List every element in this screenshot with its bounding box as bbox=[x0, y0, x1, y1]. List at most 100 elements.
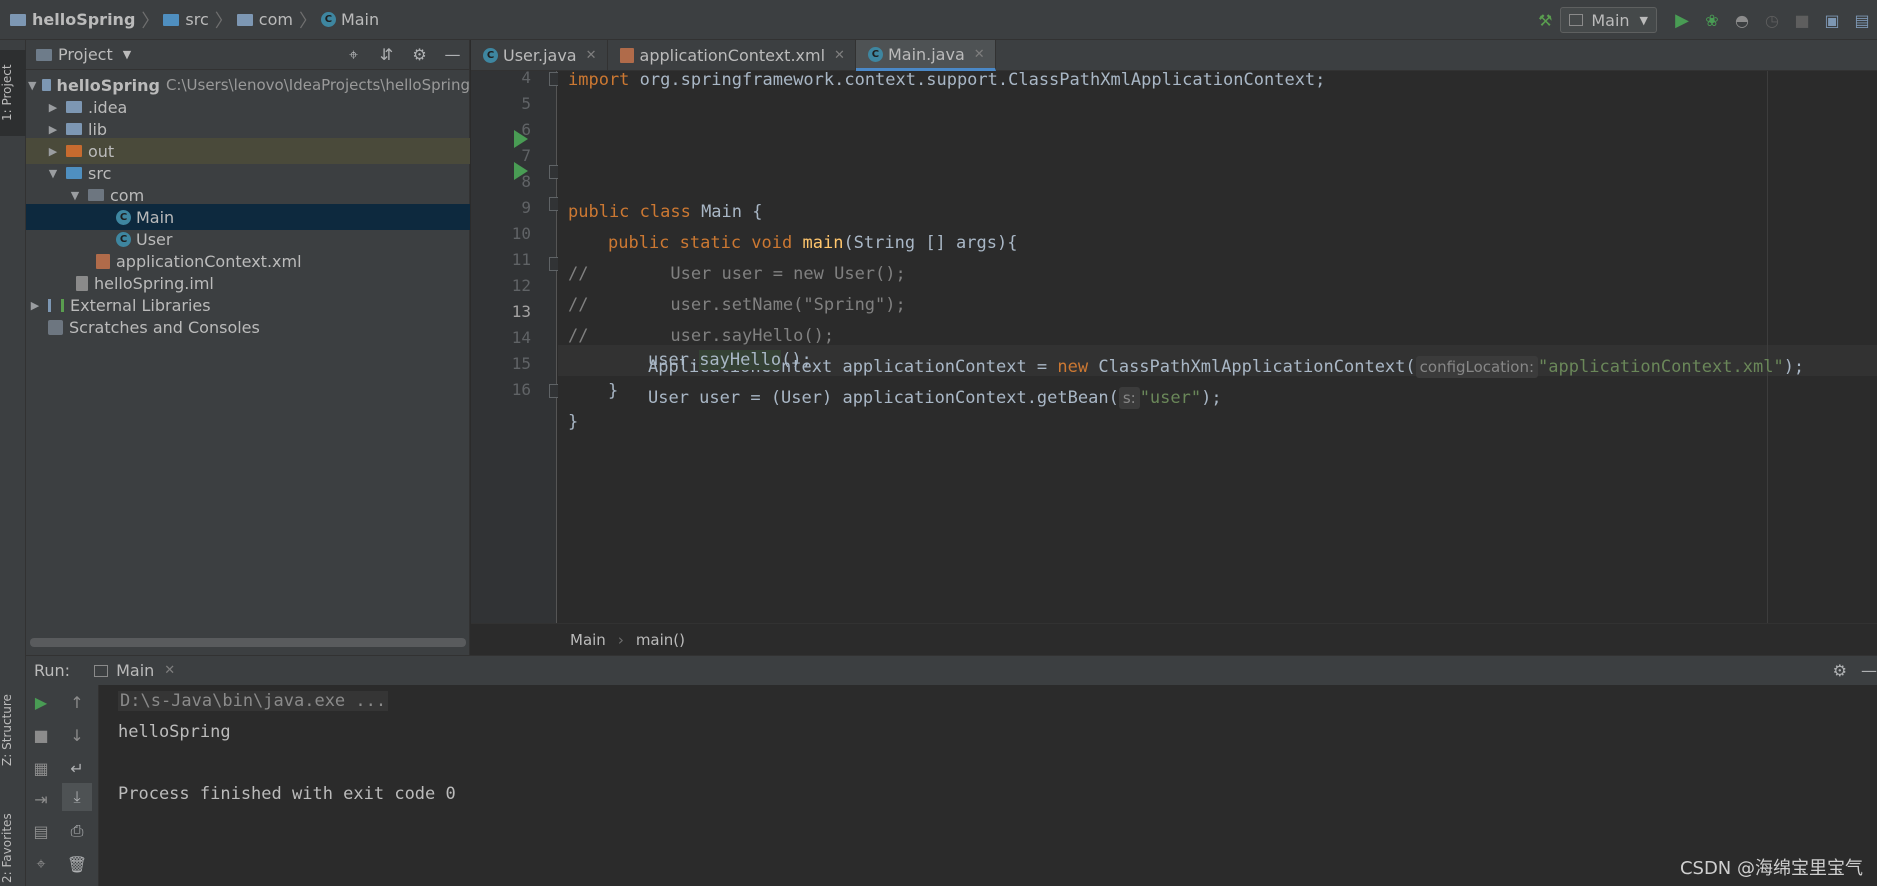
method-call: sayHello bbox=[699, 350, 782, 370]
config-icon bbox=[1569, 14, 1584, 26]
expanded-arrow-icon[interactable]: ▼ bbox=[28, 79, 36, 92]
sdk-icon[interactable]: ▤ bbox=[1847, 5, 1877, 35]
chevron-down-icon[interactable]: ▼ bbox=[123, 48, 131, 61]
run-tab-label: Main bbox=[116, 661, 155, 680]
run-configuration-select[interactable]: Main ▼ bbox=[1560, 7, 1657, 33]
close-icon[interactable]: ✕ bbox=[974, 47, 985, 62]
tree-label: lib bbox=[88, 119, 108, 139]
keyword: import bbox=[568, 70, 630, 90]
minimize-icon[interactable]: — bbox=[436, 45, 469, 65]
tree-item-scratches[interactable]: Scratches and Consoles bbox=[26, 314, 470, 340]
keyword: new bbox=[1057, 357, 1089, 377]
breadcrumb-separator-icon: 〉 bbox=[298, 10, 317, 32]
build-hammer-icon[interactable]: ⚒ bbox=[1530, 5, 1560, 35]
breadcrumb-src[interactable]: src bbox=[185, 10, 208, 29]
breadcrumb-main[interactable]: Main bbox=[341, 10, 379, 29]
pin-icon[interactable]: ⌖ bbox=[26, 850, 56, 878]
breadcrumb-separator-icon: › bbox=[617, 630, 624, 649]
rerun-icon[interactable]: ▶ bbox=[26, 688, 56, 716]
collapsed-arrow-icon[interactable]: ▶ bbox=[28, 299, 42, 312]
code-text: Main { bbox=[690, 202, 763, 222]
profile-icon[interactable]: ◷ bbox=[1757, 5, 1787, 35]
exit-icon[interactable]: ⇥ bbox=[26, 785, 56, 813]
collapsed-arrow-icon[interactable]: ▶ bbox=[46, 123, 60, 136]
iml-file-icon bbox=[76, 275, 88, 291]
close-icon[interactable]: ✕ bbox=[586, 48, 597, 63]
keyword: public static void bbox=[608, 233, 793, 253]
expanded-arrow-icon[interactable]: ▼ bbox=[46, 167, 60, 180]
tab-label: Main.java bbox=[887, 44, 965, 64]
spring-xml-icon bbox=[619, 48, 634, 63]
run-icon[interactable]: ▶ bbox=[1667, 5, 1697, 35]
soft-wrap-icon[interactable]: ↵ bbox=[62, 754, 92, 782]
breadcrumb-com[interactable]: com bbox=[259, 10, 293, 29]
tab-favorites[interactable]: 2: Favorites bbox=[0, 810, 26, 886]
module-folder-icon bbox=[42, 79, 51, 91]
debug-icon[interactable]: ❀ bbox=[1697, 5, 1727, 35]
camera-icon[interactable]: ▦ bbox=[26, 754, 56, 782]
code-text: user. bbox=[648, 350, 700, 370]
tree-label: helloSpring.iml bbox=[94, 273, 214, 293]
project-path: C:\Users\lenovo\IdeaProjects\helloSpring bbox=[165, 76, 470, 94]
run-tab-main[interactable]: Main ✕ bbox=[94, 656, 175, 686]
line-number: 14 bbox=[511, 328, 531, 347]
code-text: (String [] args){ bbox=[843, 233, 1018, 253]
scroll-to-end-icon[interactable]: ⤓ bbox=[62, 783, 92, 811]
up-arrow-icon[interactable]: ↑ bbox=[62, 688, 92, 716]
main-toolbar: ⚒ Main ▼ ▶ ❀ ◓ ◷ ■ ▣ ▤ bbox=[1530, 0, 1877, 40]
breadcrumb-project[interactable]: helloSpring bbox=[32, 10, 135, 29]
expanded-arrow-icon[interactable]: ▼ bbox=[68, 189, 82, 202]
breadcrumb-method[interactable]: main() bbox=[636, 631, 685, 649]
run-gutter-icon[interactable] bbox=[514, 130, 528, 148]
close-icon[interactable]: ✕ bbox=[834, 48, 845, 63]
tree-label: .idea bbox=[88, 97, 128, 117]
run-gutter-icon[interactable] bbox=[514, 162, 528, 180]
layout-icon[interactable]: ▤ bbox=[26, 817, 56, 845]
gear-icon[interactable]: ⚙ bbox=[403, 45, 436, 65]
collapse-all-icon[interactable]: ⇵ bbox=[370, 45, 403, 65]
tab-project[interactable]: 1: Project bbox=[0, 50, 26, 136]
parameter-hint: configLocation: bbox=[1415, 356, 1539, 378]
down-arrow-icon[interactable]: ↓ bbox=[62, 721, 92, 749]
line-number: 4 bbox=[521, 68, 531, 87]
main-class-icon: C bbox=[116, 209, 131, 225]
tab-structure[interactable]: Z: Structure bbox=[0, 688, 26, 772]
parameter-hint: s: bbox=[1118, 387, 1140, 409]
tree-label: User bbox=[136, 229, 173, 249]
line-number: 11 bbox=[511, 250, 531, 269]
horizontal-scrollbar[interactable] bbox=[30, 638, 466, 647]
run-label: Run: bbox=[34, 661, 71, 680]
editor-gutter: 4 5 6 7 8 9 10 11 12 13 14 15 16 bbox=[471, 68, 557, 623]
main-class-icon: C bbox=[867, 46, 883, 62]
stop-icon[interactable]: ■ bbox=[26, 721, 56, 749]
run-config-label: Main bbox=[1591, 10, 1630, 30]
collapsed-arrow-icon[interactable]: ▶ bbox=[46, 101, 60, 114]
coverage-icon[interactable]: ◓ bbox=[1727, 5, 1757, 35]
code-line-12: User user = (User) applicationContext.ge… bbox=[648, 383, 1222, 414]
project-panel-title[interactable]: Project bbox=[58, 45, 113, 64]
code-line-4: import org.springframework.context.suppo… bbox=[568, 65, 1325, 96]
trash-icon[interactable]: 🗑 bbox=[62, 850, 92, 878]
breadcrumb-separator-icon: 〉 bbox=[141, 10, 160, 32]
code-editor[interactable]: import org.springframework.context.suppo… bbox=[558, 70, 1877, 623]
function-name: main bbox=[802, 233, 844, 253]
tree-label: out bbox=[88, 141, 115, 161]
run-config-icon bbox=[94, 664, 109, 677]
console-command-line[interactable]: D:\s-Java\bin\java.exe ... bbox=[118, 691, 389, 711]
print-icon[interactable]: ⎙ bbox=[62, 817, 92, 845]
close-icon[interactable]: ✕ bbox=[164, 663, 175, 678]
collapsed-arrow-icon[interactable]: ▶ bbox=[46, 145, 60, 158]
breadcrumb-class[interactable]: Main bbox=[570, 631, 606, 649]
keyword: public class bbox=[568, 202, 691, 222]
tree-label: com bbox=[110, 185, 145, 205]
scratches-icon bbox=[48, 319, 63, 335]
gear-icon[interactable]: ⚙ bbox=[1833, 661, 1847, 680]
minimize-icon[interactable]: — bbox=[1861, 661, 1877, 680]
stop-icon[interactable]: ■ bbox=[1787, 5, 1817, 35]
locate-icon[interactable]: ⌖ bbox=[337, 45, 370, 65]
tree-label: helloSpring bbox=[56, 75, 160, 95]
project-panel: Project ▼ ⌖ ⇵ ⚙ — ▼ helloSpring C:\Users… bbox=[26, 40, 470, 655]
project-structure-icon[interactable]: ▣ bbox=[1817, 5, 1847, 35]
tab-label: applicationContext.xml bbox=[639, 46, 826, 65]
console-output[interactable]: D:\s-Java\bin\java.exe ... helloSpring P… bbox=[100, 685, 1877, 886]
